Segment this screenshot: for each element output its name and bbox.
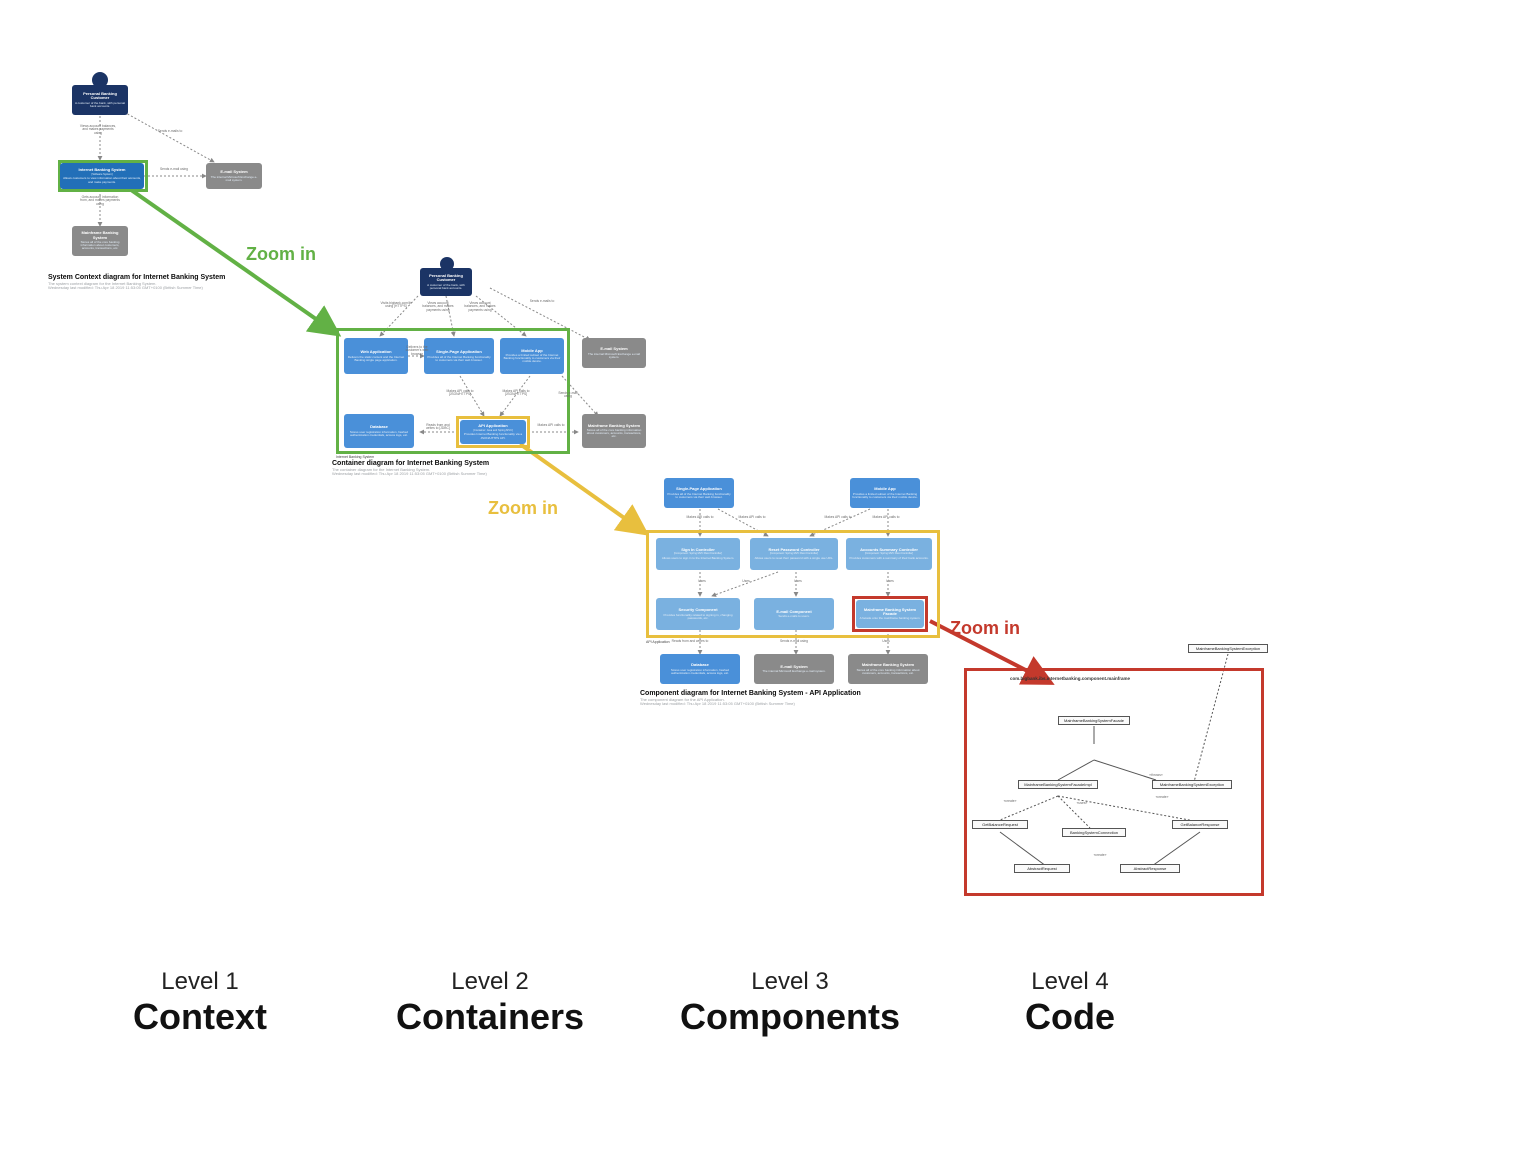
- level-2-label: Level 2Containers: [390, 968, 590, 1038]
- l4-exception-outer: MainframeBankingSystemException: [1188, 644, 1268, 653]
- l3-email: E-mail SystemThe internal Microsoft Exch…: [754, 654, 834, 684]
- l2-api: API Application[Container: Java and Spri…: [460, 420, 526, 444]
- level-3-label: Level 3Components: [680, 968, 900, 1038]
- l4-conn: BankingSystemConnection: [1062, 828, 1126, 837]
- l4-impl: MainframeBankingSystemFacadeImpl: [1018, 780, 1098, 789]
- l2-web: Web ApplicationDelivers the static conte…: [344, 338, 408, 374]
- level-1-label: Level 1Context: [120, 968, 280, 1038]
- l2-mobile: Mobile AppProvides a limited subset of t…: [500, 338, 564, 374]
- l1-edge-gets: Gets account information from, and makes…: [78, 196, 122, 206]
- l3-security: Security ComponentProvides functionality…: [656, 598, 740, 630]
- l2-db: DatabaseStores user registration informa…: [344, 414, 414, 448]
- l1-ibs: Internet Banking System[Software System]…: [60, 163, 144, 189]
- zoom-label-1: Zoom in: [246, 244, 316, 265]
- l2-mf: Mainframe Banking SystemStores all of th…: [582, 414, 646, 448]
- l1-person: Personal Banking CustomerA customer of t…: [72, 85, 128, 115]
- l2-email: E-mail SystemThe internal Microsoft Exch…: [582, 338, 646, 368]
- l1-edge-views: Views account balances, and makes paymen…: [78, 125, 118, 135]
- l1-mainframe: Mainframe Banking SystemStores all of th…: [72, 226, 128, 256]
- l3-mobile: Mobile AppProvides a limited subset of t…: [850, 478, 920, 508]
- l3-accounts: Accounts Summary Controller[Component: S…: [846, 538, 932, 570]
- l1-email: E-mail SystemThe internal Microsoft Exch…: [206, 163, 262, 189]
- l1-edge-sends-to: Sends e-mails to: [150, 130, 190, 133]
- l2-system-label: Internet Banking System: [336, 455, 374, 459]
- zoom-label-2: Zoom in: [488, 498, 558, 519]
- l4-gbres: GetBalanceResponse: [1172, 820, 1228, 829]
- l2-caption: Container diagram for Internet Banking S…: [332, 460, 489, 476]
- l4-areq: AbstractRequest: [1014, 864, 1070, 873]
- l4-ares: AbstractResponse: [1120, 864, 1180, 873]
- l3-mf: Mainframe Banking SystemStores all of th…: [848, 654, 928, 684]
- l2-person: Personal Banking CustomerA customer of t…: [420, 268, 472, 296]
- l1-caption: System Context diagram for Internet Bank…: [48, 274, 225, 290]
- l3-caption: Component diagram for Internet Banking S…: [640, 690, 861, 706]
- l3-spa: Single-Page ApplicationProvides all of t…: [664, 478, 734, 508]
- l3-api-label: API Application: [646, 640, 670, 644]
- l3-emailcomp: E-mail ComponentSends e-mails to users.: [754, 598, 834, 630]
- l3-sign: Sign In Controller[Component: Spring MVC…: [656, 538, 740, 570]
- l4-interface: MainframeBankingSystemFacade: [1058, 716, 1130, 725]
- l4-gbreq: GetBalanceRequest: [972, 820, 1028, 829]
- zoom-label-3: Zoom in: [950, 618, 1020, 639]
- l3-facade: Mainframe Banking System FacadeA facade …: [856, 600, 924, 628]
- l4-exception: MainframeBankingSystemException: [1152, 780, 1232, 789]
- l3-reset: Reset Password Controller[Component: Spr…: [750, 538, 838, 570]
- l3-db: DatabaseStores user registration informa…: [660, 654, 740, 684]
- l1-edge-send-using: Sends e-mail using: [154, 168, 194, 171]
- level-4-label: Level 4Code: [1000, 968, 1140, 1038]
- l2-spa: Single-Page ApplicationProvides all of t…: [424, 338, 494, 374]
- l4-package: com.bigbank.ibs.internetbanking.componen…: [1010, 676, 1130, 681]
